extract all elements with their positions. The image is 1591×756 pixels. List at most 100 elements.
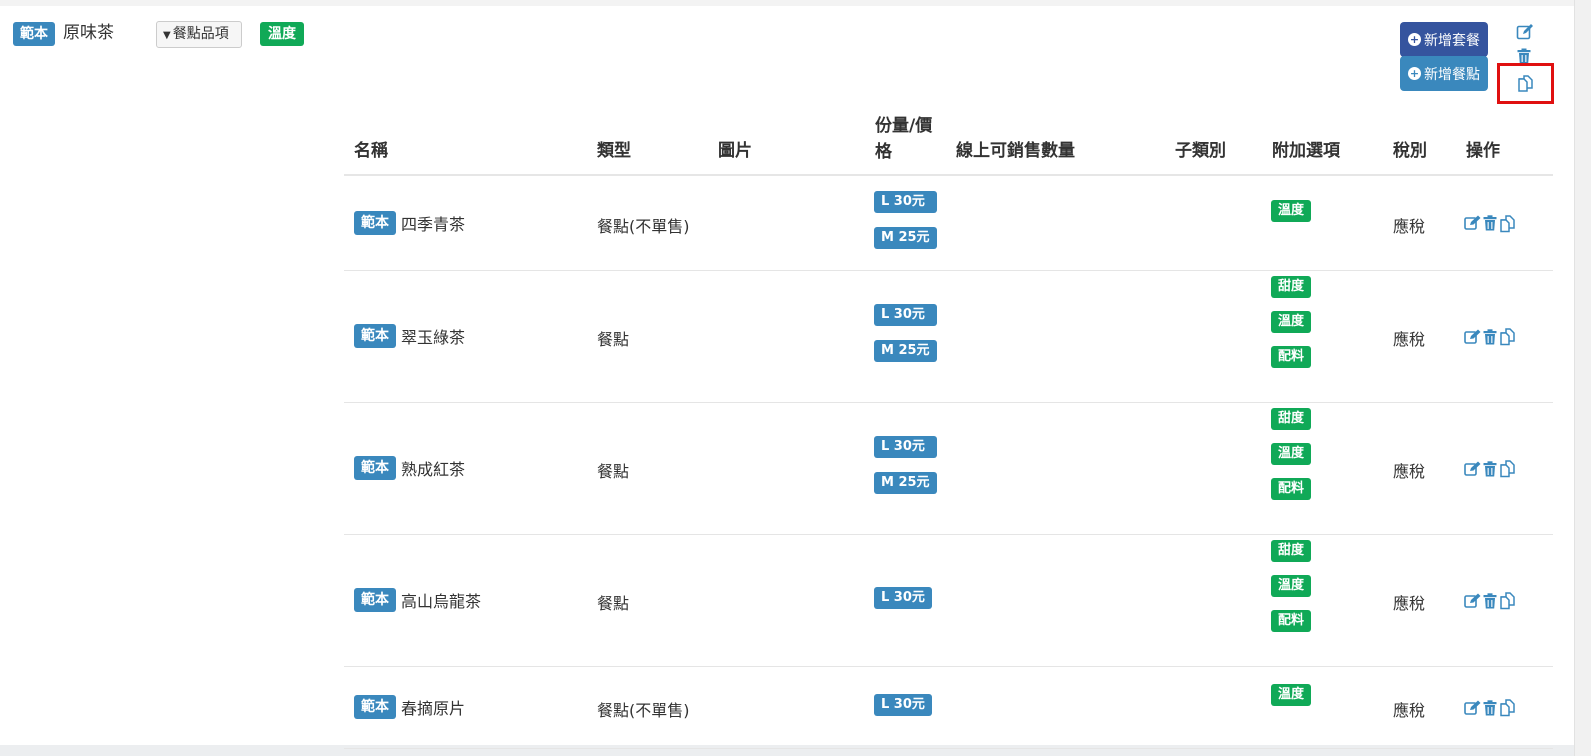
price-label: M 25元 bbox=[874, 226, 937, 249]
copy-icon[interactable] bbox=[1498, 327, 1518, 350]
addon-tag: 甜度 bbox=[1271, 276, 1312, 298]
scrollbar[interactable] bbox=[1574, 0, 1591, 756]
item-prices: L 30元 bbox=[874, 694, 932, 716]
edit-icon[interactable] bbox=[1464, 329, 1482, 349]
item-sample-badge: 範本 bbox=[354, 210, 396, 235]
item-type: 餐點 bbox=[597, 330, 630, 349]
category-edit-icon[interactable] bbox=[1516, 23, 1534, 45]
addon-tag: 配料 bbox=[1271, 346, 1312, 368]
price-label: L 30元 bbox=[874, 587, 932, 609]
copy-highlight-box bbox=[1497, 63, 1554, 104]
item-addons: 甜度 溫度 配料 bbox=[1271, 408, 1312, 500]
item-prices: L 30元 M 25元 bbox=[874, 436, 937, 494]
item-name: 熟成紅茶 bbox=[401, 460, 466, 479]
plus-circle-icon: + bbox=[1408, 67, 1421, 80]
header-online-qty: 線上可銷售數量 bbox=[956, 141, 1075, 161]
category-items-dropdown[interactable]: ▼ 餐點品項 bbox=[156, 21, 242, 48]
header-name: 名稱 bbox=[354, 141, 388, 161]
item-name-cell: 範本 翠玉綠茶 bbox=[354, 324, 465, 348]
table-header: 名稱 類型 圖片 份量/價格 線上可銷售數量 子類別 附加選項 稅別 操作 bbox=[344, 106, 1553, 176]
caret-down-icon: ▼ bbox=[163, 30, 171, 41]
item-name-cell: 範本 春摘原片 bbox=[354, 695, 465, 719]
trash-icon[interactable] bbox=[1483, 460, 1497, 481]
header-image: 圖片 bbox=[718, 141, 752, 161]
item-name-cell: 範本 高山烏龍茶 bbox=[354, 588, 481, 612]
table-row: 範本 春摘原片 餐點(不單售) L 30元 溫度應稅 bbox=[344, 667, 1553, 749]
header-tax: 稅別 bbox=[1393, 141, 1427, 161]
price-label: M 25元 bbox=[874, 472, 937, 494]
price-label: L 30元 bbox=[874, 694, 932, 716]
category-name: 原味茶 bbox=[63, 23, 114, 43]
addon-tag: 溫度 bbox=[1271, 575, 1312, 597]
edit-icon[interactable] bbox=[1464, 461, 1482, 481]
item-tax: 應稅 bbox=[1393, 701, 1426, 720]
add-item-label: 新增餐點 bbox=[1424, 66, 1480, 83]
item-operations bbox=[1464, 698, 1518, 721]
table-row: 範本 翠玉綠茶 餐點 L 30元 M 25元 甜度 溫度 配料 應稅 bbox=[344, 271, 1553, 403]
item-sample-badge: 範本 bbox=[354, 588, 396, 612]
item-operations bbox=[1464, 214, 1518, 237]
edit-icon[interactable] bbox=[1464, 215, 1482, 235]
edit-icon[interactable] bbox=[1464, 700, 1482, 720]
addon-tag: 溫度 bbox=[1271, 443, 1312, 465]
trash-icon[interactable] bbox=[1483, 592, 1497, 613]
item-name-cell: 範本 熟成紅茶 bbox=[354, 456, 465, 480]
item-name-cell: 範本 四季青茶 bbox=[354, 210, 466, 235]
table-row: 範本 熟成紅茶 餐點 L 30元 M 25元 甜度 溫度 配料 應稅 bbox=[344, 403, 1553, 535]
item-prices: L 30元 M 25元 bbox=[874, 190, 937, 249]
header-ops: 操作 bbox=[1466, 141, 1500, 161]
price-label: M 25元 bbox=[874, 340, 937, 362]
copy-icon[interactable] bbox=[1498, 591, 1518, 614]
price-label: L 30元 bbox=[874, 190, 937, 213]
item-operations bbox=[1464, 591, 1518, 614]
item-tax: 應稅 bbox=[1393, 594, 1426, 613]
item-type: 餐點 bbox=[597, 462, 630, 481]
plus-circle-icon: + bbox=[1408, 33, 1421, 46]
add-item-button[interactable]: + 新增餐點 bbox=[1400, 56, 1488, 91]
addon-tag: 溫度 bbox=[1271, 311, 1312, 333]
header-addons: 附加選項 bbox=[1272, 141, 1340, 161]
category-sample-badge: 範本 bbox=[13, 22, 55, 46]
header-portion-price: 份量/價格 bbox=[875, 116, 933, 162]
menu-category-panel: 範本 原味茶 ▼ 餐點品項 溫度 + 新增套餐 + 新增餐點 名稱 類型 圖片 份… bbox=[0, 0, 1574, 749]
item-type: 餐點 bbox=[597, 594, 630, 613]
addon-tag: 配料 bbox=[1271, 610, 1312, 632]
addon-tag: 甜度 bbox=[1271, 408, 1312, 430]
price-label: L 30元 bbox=[874, 436, 937, 458]
item-name: 四季青茶 bbox=[401, 214, 466, 234]
trash-icon[interactable] bbox=[1483, 328, 1497, 349]
item-addons: 溫度 bbox=[1271, 199, 1312, 222]
addon-tag: 甜度 bbox=[1271, 540, 1312, 562]
copy-icon[interactable] bbox=[1498, 214, 1518, 237]
add-set-button[interactable]: + 新增套餐 bbox=[1400, 22, 1488, 57]
item-type: 餐點(不單售) bbox=[597, 701, 690, 720]
item-addons: 甜度 溫度 配料 bbox=[1271, 276, 1312, 368]
item-addons: 溫度 bbox=[1271, 684, 1312, 706]
menu-items-table: 名稱 類型 圖片 份量/價格 線上可銷售數量 子類別 附加選項 稅別 操作 範本… bbox=[344, 106, 1553, 749]
item-name: 翠玉綠茶 bbox=[401, 328, 466, 347]
item-name: 高山烏龍茶 bbox=[401, 592, 482, 611]
category-items-dropdown-label: 餐點品項 bbox=[172, 26, 229, 42]
category-option-tag: 溫度 bbox=[260, 22, 304, 46]
item-sample-badge: 範本 bbox=[354, 456, 396, 480]
item-sample-badge: 範本 bbox=[354, 695, 396, 719]
item-sample-badge: 範本 bbox=[354, 324, 396, 348]
copy-icon[interactable] bbox=[1498, 459, 1518, 482]
trash-icon[interactable] bbox=[1483, 215, 1497, 235]
copy-icon[interactable] bbox=[1498, 698, 1518, 721]
add-set-label: 新增套餐 bbox=[1424, 32, 1480, 49]
header-type: 類型 bbox=[597, 141, 631, 161]
item-tax: 應稅 bbox=[1393, 462, 1426, 481]
item-operations bbox=[1464, 327, 1518, 350]
edit-icon[interactable] bbox=[1464, 593, 1482, 613]
table-row: 範本 四季青茶 餐點(不單售) L 30元 M 25元 溫度 應稅 bbox=[344, 176, 1553, 271]
item-operations bbox=[1464, 459, 1518, 482]
addon-tag: 配料 bbox=[1271, 478, 1312, 500]
item-prices: L 30元 bbox=[874, 587, 932, 609]
item-tax: 應稅 bbox=[1393, 330, 1426, 349]
trash-icon[interactable] bbox=[1483, 699, 1497, 720]
item-tax: 應稅 bbox=[1393, 216, 1426, 236]
item-addons: 甜度 溫度 配料 bbox=[1271, 540, 1312, 632]
table-body: 範本 四季青茶 餐點(不單售) L 30元 M 25元 溫度 應稅 範本 翠玉綠茶 餐點 L 30元… bbox=[344, 176, 1553, 749]
item-prices: L 30元 M 25元 bbox=[874, 304, 937, 362]
